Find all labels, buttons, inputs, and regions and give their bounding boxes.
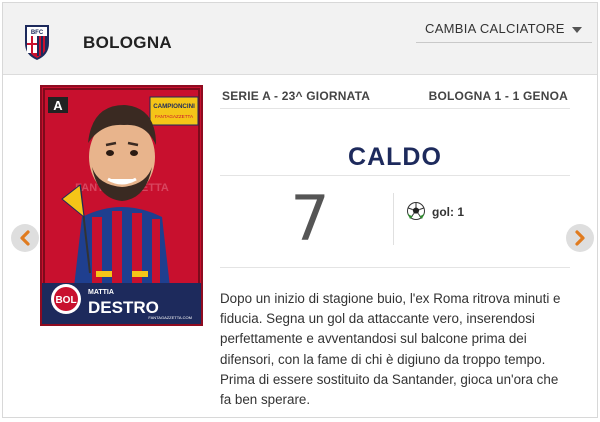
divider	[220, 267, 570, 268]
rating-grade: 7	[290, 182, 330, 255]
change-player-dropdown[interactable]: CAMBIA CALCIATORE	[416, 15, 592, 43]
divider	[220, 175, 570, 176]
card-footer-text: FANTAGAZZETTA.COM	[148, 315, 192, 320]
card-badge-text: CAMPIONCINI	[153, 103, 195, 110]
match-score: BOLOGNA 1 - 1 GENOA	[428, 89, 568, 103]
bologna-crest-icon: BFC	[25, 25, 49, 60]
chevron-right-icon	[575, 230, 585, 246]
match-info-row: SERIE A - 23^ GIORNATA BOLOGNA 1 - 1 GEN…	[220, 83, 570, 109]
goal-count: gol: 1	[432, 205, 464, 219]
chevron-left-icon	[20, 230, 30, 246]
next-player-button[interactable]	[566, 224, 594, 252]
match-round: SERIE A - 23^ GIORNATA	[222, 89, 371, 103]
chevron-down-icon	[572, 27, 582, 33]
rating-verdict: CALDO	[348, 143, 442, 171]
team-name: BOLOGNA	[83, 33, 172, 52]
change-player-label: CAMBIA CALCIATORE	[425, 21, 565, 36]
soccer-ball-icon	[407, 202, 425, 220]
svg-text:BFC: BFC	[31, 30, 44, 36]
club-abbreviation: BOL	[55, 295, 76, 306]
player-rating-panel: BFC BOLOGNA CAMBIA CALCIATORE A CAMPIONC…	[2, 2, 598, 418]
rating-description: Dopo un inizio di stagione buio, l'ex Ro…	[220, 291, 561, 408]
player-card-image: A CAMPIONCINI FANTAGAZZETTA FANTAGAZZETT…	[40, 85, 203, 326]
app-logo-letter: A	[53, 98, 63, 113]
player-first-name: MATTIA	[88, 289, 114, 296]
team-header: BFC BOLOGNA CAMBIA CALCIATORE	[3, 3, 597, 75]
previous-player-button[interactable]	[11, 224, 39, 252]
divider	[393, 193, 394, 245]
card-badge-subtext: FANTAGAZZETTA	[155, 114, 194, 119]
